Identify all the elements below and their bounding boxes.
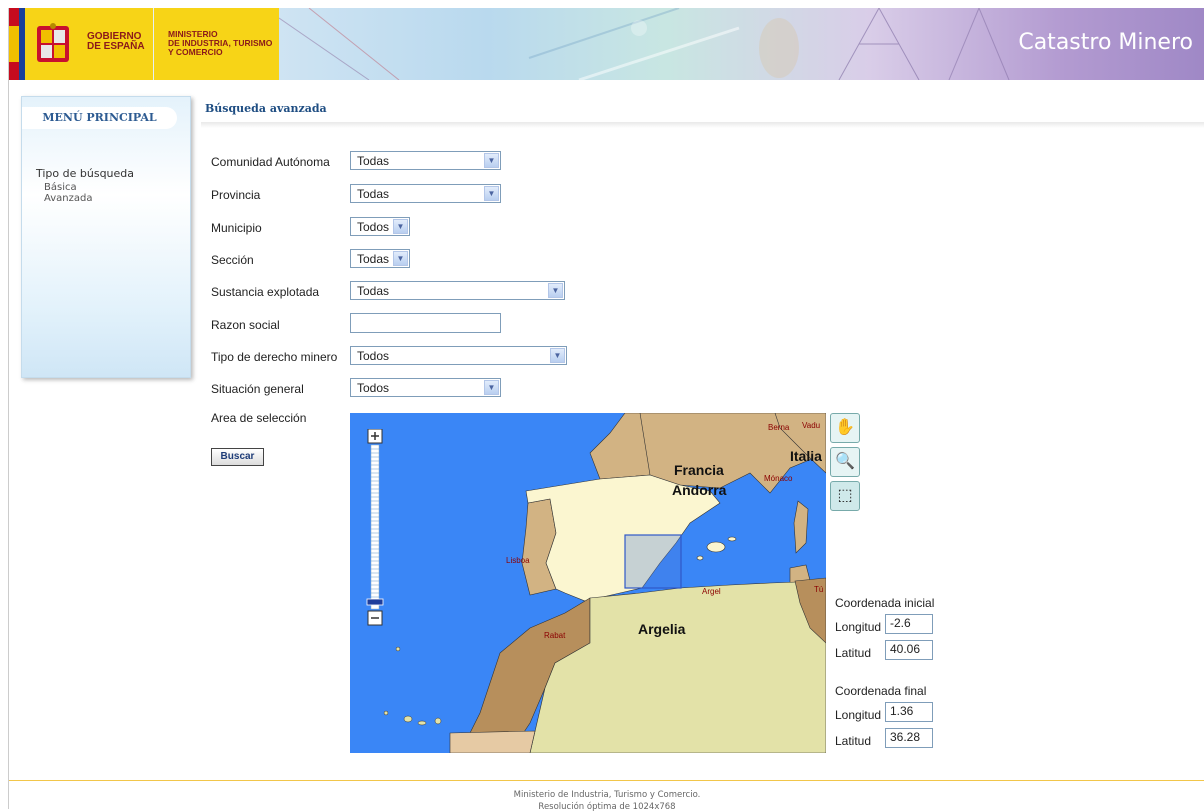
municipio-select[interactable]: Todos ▼ [350,217,410,236]
western-sahara-region [449,730,536,753]
selection-rectangle [624,534,682,589]
zoom-handle [366,598,384,606]
canary-island [434,717,442,725]
label-provincia: Provincia [211,188,261,202]
canary-island [417,720,427,726]
chevron-down-icon[interactable]: ▼ [484,380,499,395]
end-lon-label: Longitud [835,708,882,722]
tipo-derecho-select[interactable]: Todos ▼ [350,346,567,365]
map-label-berna: Berna [768,423,790,432]
tipo-derecho-value: Todos [357,349,390,363]
corsica [793,500,809,554]
chevron-down-icon[interactable]: ▼ [484,153,499,168]
chevron-down-icon[interactable]: ▼ [393,251,408,266]
page-frame: GOBIERNO DE ESPAÑA MINISTERIO DE INDUSTR… [8,8,1204,812]
map-label-vaduz: Vadu [802,421,821,430]
map-label-rabat: Rabat [544,631,566,640]
map-label-francia: Francia [674,462,724,478]
header-decoration [279,8,1010,80]
label-tipo-derecho: Tipo de derecho minero [211,350,338,364]
footer-ministry: Ministerio de Industria, Turismo y Comer… [513,790,701,800]
map-label-argel: Argel [702,587,721,596]
map-label-argelia: Argelia [638,621,686,637]
canary-island [383,710,389,716]
label-seccion: Sección [211,253,254,267]
select-box-icon[interactable]: ⬚ [830,481,860,511]
label-situacion: Situación general [211,382,304,396]
comunidad-select[interactable]: Todas ▼ [350,151,501,170]
mallorca [706,541,726,553]
selection-map[interactable]: Francia Andorra Italia Argelia Berna Vad… [350,413,826,753]
end-longitude-input[interactable]: 1.36 [885,702,933,722]
situacion-value: Todos [357,381,390,395]
seccion-select[interactable]: Todas ▼ [350,249,410,268]
search-button[interactable]: Buscar [211,448,264,466]
comunidad-value: Todas [357,154,390,168]
map-label-italia: Italia [790,448,822,464]
map-label-monaco: Mónaco [764,474,793,483]
page-title: Búsqueda avanzada [205,102,327,115]
canary-island [403,715,413,723]
zoom-box-icon[interactable]: 🔍 [830,447,860,477]
sidebar-item-basic[interactable]: Básica [44,182,77,193]
title-divider [201,122,1204,128]
ibiza [696,555,704,561]
madeira-island [395,646,401,652]
main-menu-title: MENÚ PRINCIPAL [22,107,177,129]
end-lat-label: Latitud [835,734,872,748]
flag-strip [9,8,19,80]
chevron-down-icon[interactable]: ▼ [548,283,563,298]
portugal-region [521,498,557,596]
start-lat-label: Latitud [835,646,872,660]
hand-pan-icon[interactable]: ✋ [830,413,860,443]
map-canvas[interactable] [350,413,826,753]
provincia-select[interactable]: Todas ▼ [350,184,501,203]
start-latitude-input[interactable]: 40.06 [885,640,933,660]
sustancia-value: Todas [357,284,390,298]
menorca [727,536,737,542]
label-municipio: Municipio [211,221,262,235]
sustancia-select[interactable]: Todas ▼ [350,281,565,300]
government-label: GOBIERNO DE ESPAÑA [87,31,145,52]
label-razon-social: Razon social [211,318,280,332]
algeria-region [529,580,826,753]
footer-divider [9,780,1204,781]
france-west [589,413,651,480]
chevron-down-icon[interactable]: ▼ [393,219,408,234]
label-area-seleccion: Area de selección [211,411,307,425]
coat-of-arms-icon [37,23,69,62]
app-title: Catastro Minero [1018,30,1193,55]
main-menu-panel: MENÚ PRINCIPAL Tipo de búsqueda Básica A… [21,96,191,378]
start-coord-title: Coordenada inicial [835,596,935,610]
ministry-label: MINISTERIO DE INDUSTRIA, TURISMO Y COMER… [168,29,273,57]
chevron-down-icon[interactable]: ▼ [550,348,565,363]
header-banner: GOBIERNO DE ESPAÑA MINISTERIO DE INDUSTR… [9,8,1204,80]
chevron-down-icon[interactable]: ▼ [484,186,499,201]
end-coord-title: Coordenada final [835,684,927,698]
ministry-logo: MINISTERIO DE INDUSTRIA, TURISMO Y COMER… [154,8,279,80]
start-longitude-input[interactable]: -2.6 [885,614,933,634]
footer-resolution: Resolución óptima de 1024x768 [538,802,676,812]
map-label-tunez: Tú [814,585,824,594]
end-latitude-input[interactable]: 36.28 [885,728,933,748]
map-label-lisboa: Lisboa [506,556,530,565]
label-sustancia: Sustancia explotada [211,285,320,299]
menu-section-search-type: Tipo de búsqueda [36,167,135,180]
label-comunidad: Comunidad Autónoma [211,155,330,169]
map-label-andorra: Andorra [672,482,727,498]
start-lon-label: Longitud [835,620,882,634]
sidebar-item-advanced[interactable]: Avanzada [44,193,93,204]
government-logo: GOBIERNO DE ESPAÑA [25,8,153,80]
situacion-select[interactable]: Todos ▼ [350,378,501,397]
provincia-value: Todas [357,187,390,201]
razon-social-input[interactable] [350,313,501,333]
seccion-value: Todas [357,252,390,266]
municipio-value: Todos [357,220,390,234]
zoom-slider[interactable] [366,429,384,629]
